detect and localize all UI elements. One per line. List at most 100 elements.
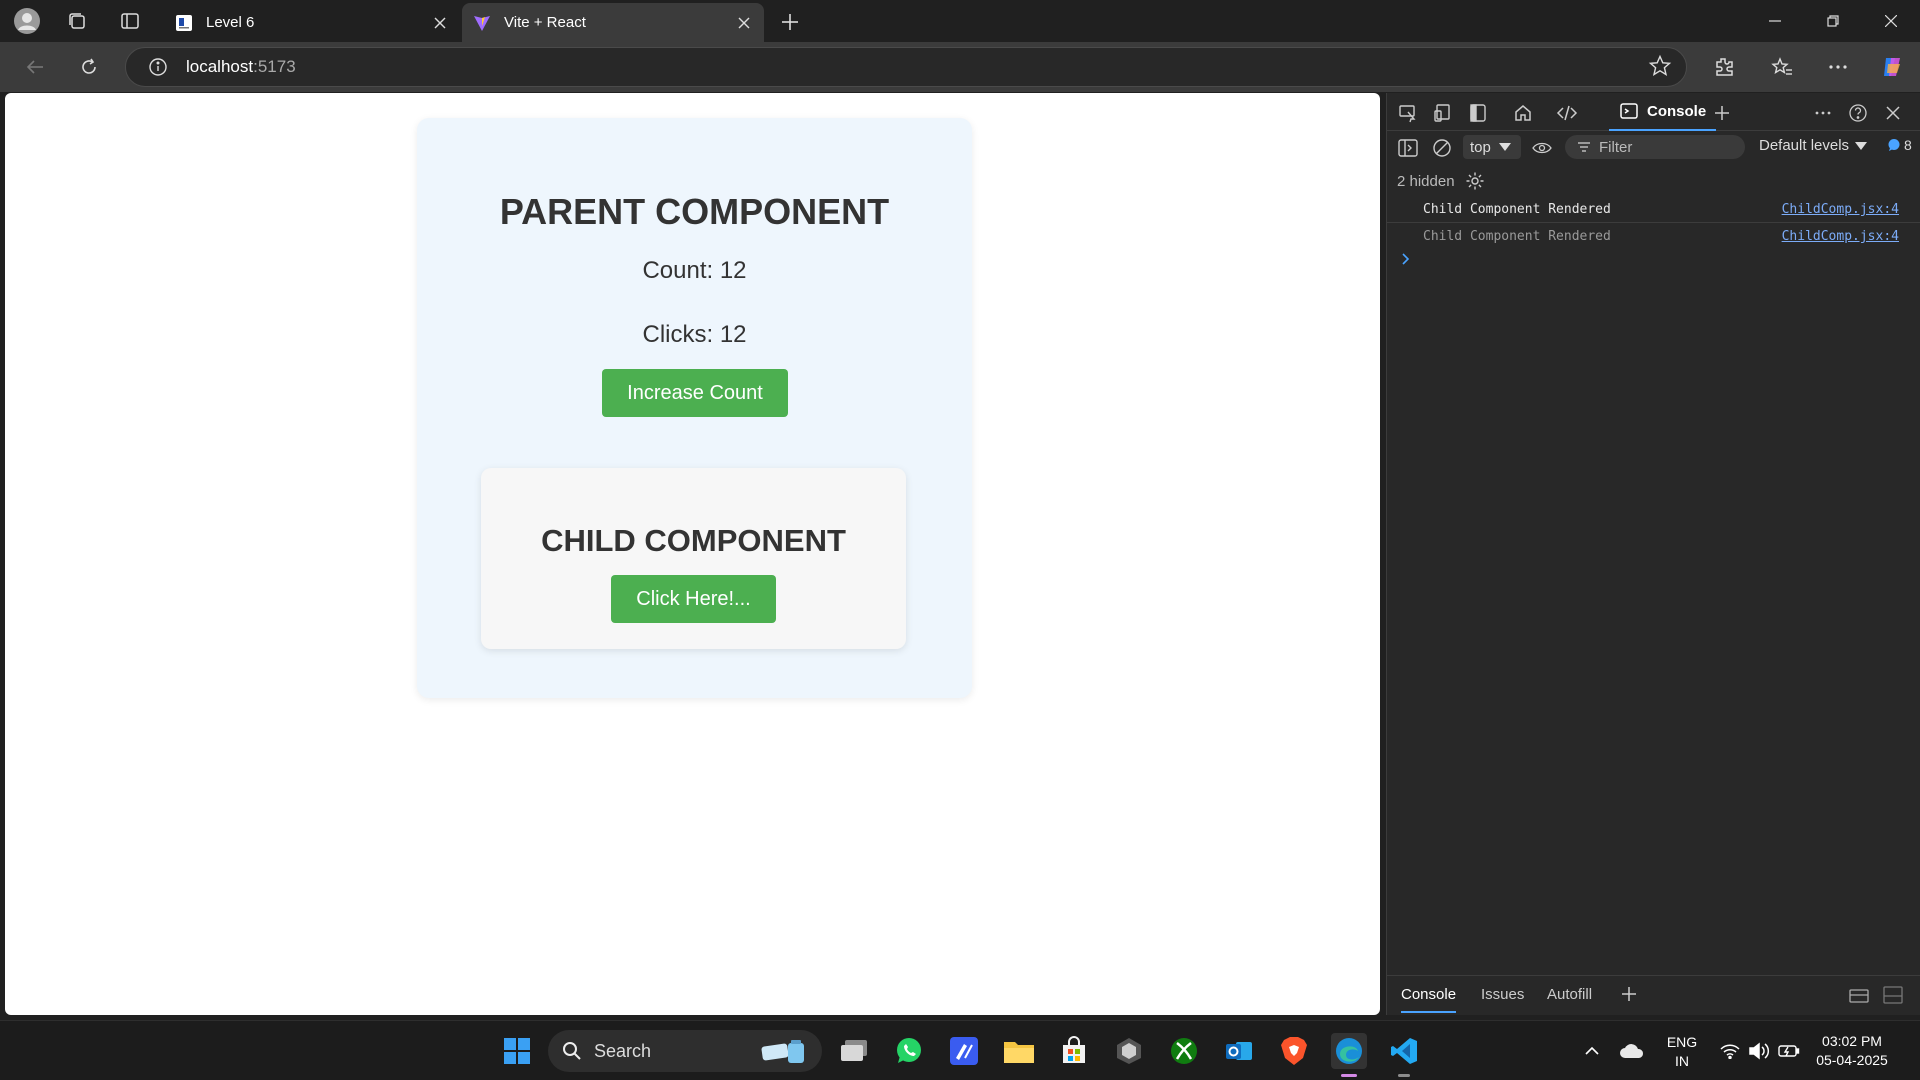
console-prompt-chevron-icon[interactable] xyxy=(1401,252,1411,270)
vscode-icon[interactable] xyxy=(1386,1033,1422,1077)
active-app-indicator xyxy=(1341,1074,1357,1077)
tab-title: Vite + React xyxy=(504,14,586,31)
devtools-drawer: Console Issues Autofill xyxy=(1387,975,1920,1015)
windows-start-icon[interactable] xyxy=(499,1033,535,1069)
back-arrow-icon[interactable] xyxy=(18,51,52,83)
filter-placeholder: Filter xyxy=(1599,138,1633,156)
message-count-badge[interactable]: 8 xyxy=(1887,137,1912,153)
child-title: CHILD COMPONENT xyxy=(541,523,846,558)
drawer-tab-autofill[interactable]: Autofill xyxy=(1547,986,1592,1003)
copilot-icon[interactable] xyxy=(1876,51,1910,83)
close-drawer-icon[interactable] xyxy=(1883,986,1903,1009)
profile-avatar-icon[interactable] xyxy=(11,5,43,37)
tab-title: Level 6 xyxy=(206,14,255,31)
clear-console-icon[interactable] xyxy=(1429,135,1455,161)
refresh-icon[interactable] xyxy=(72,51,106,83)
console-tab-label: Console xyxy=(1647,102,1707,120)
restore-icon[interactable] xyxy=(1804,0,1862,42)
clock-time: 03:02 PM xyxy=(1822,1033,1882,1049)
help-icon[interactable] xyxy=(1845,100,1871,126)
close-tab-icon[interactable] xyxy=(730,9,758,37)
add-drawer-tab-icon[interactable] xyxy=(1621,986,1637,1007)
message-count: 8 xyxy=(1904,137,1912,153)
clock-date: 05-04-2025 xyxy=(1816,1052,1888,1068)
tab-level-6[interactable]: Level 6 xyxy=(164,3,460,42)
whatsapp-icon[interactable] xyxy=(891,1033,927,1069)
windows-taskbar: Search ENG IN 03:02 PM 05-04-2025 xyxy=(0,1020,1920,1080)
close-devtools-icon[interactable] xyxy=(1880,100,1906,126)
pen-app-icon[interactable] xyxy=(946,1033,982,1069)
show-hidden-icons-chevron-icon[interactable] xyxy=(1574,1033,1610,1069)
click-here-button[interactable]: Click Here!... xyxy=(611,575,776,623)
undock-drawer-icon[interactable] xyxy=(1849,986,1869,1009)
dock-side-icon[interactable] xyxy=(1465,100,1491,126)
log-message: Child Component Rendered xyxy=(1423,229,1611,244)
brave-browser-icon[interactable] xyxy=(1276,1033,1312,1069)
chevron-down-icon xyxy=(1855,141,1868,150)
log-source-link[interactable]: ChildComp.jsx:4 xyxy=(1782,202,1899,217)
sidebar-toggle-icon[interactable] xyxy=(1395,135,1421,161)
console-icon xyxy=(1620,103,1638,119)
vertical-tabs-icon[interactable] xyxy=(114,5,146,37)
message-bubble-icon xyxy=(1888,139,1900,151)
wifi-icon xyxy=(1720,1044,1740,1059)
console-settings-gear-icon[interactable] xyxy=(1465,171,1485,191)
browser-titlebar: Level 6 Vite + React xyxy=(0,0,1920,42)
devtools-tab-bar: Console xyxy=(1387,93,1920,131)
close-tab-icon[interactable] xyxy=(426,9,454,37)
extensions-icon[interactable] xyxy=(1707,51,1741,83)
edge-browser-icon[interactable] xyxy=(1331,1033,1367,1077)
devtools-more-icon[interactable] xyxy=(1810,100,1836,126)
battery-icon xyxy=(1778,1045,1800,1057)
tab-vite-react[interactable]: Vite + React xyxy=(462,3,764,42)
document-favicon-icon xyxy=(174,13,194,33)
site-info-icon[interactable] xyxy=(138,57,178,77)
parent-title: PARENT COMPONENT xyxy=(499,191,890,232)
drawer-tab-issues[interactable]: Issues xyxy=(1481,986,1524,1003)
minimize-icon[interactable] xyxy=(1746,0,1804,42)
device-emulation-icon[interactable] xyxy=(1430,100,1456,126)
vite-favicon-icon xyxy=(472,13,492,33)
onedrive-cloud-icon[interactable] xyxy=(1614,1033,1650,1069)
elements-code-icon[interactable] xyxy=(1554,100,1580,126)
system-status-group[interactable] xyxy=(1710,1033,1810,1069)
context-select[interactable]: top xyxy=(1463,135,1521,159)
console-filter-input[interactable]: Filter xyxy=(1565,135,1745,159)
drawer-tab-console[interactable]: Console xyxy=(1401,986,1457,1013)
unity-hub-icon[interactable] xyxy=(1111,1033,1147,1069)
file-explorer-icon[interactable] xyxy=(1001,1033,1037,1069)
url-host: localhost xyxy=(186,57,254,76)
address-bar[interactable]: localhost :5173 xyxy=(125,47,1687,87)
clicks-display: Clicks: 12 xyxy=(642,321,747,348)
live-expression-eye-icon[interactable] xyxy=(1529,135,1555,161)
language-indicator[interactable]: ENG IN xyxy=(1660,1033,1704,1071)
outlook-icon[interactable] xyxy=(1221,1033,1257,1069)
taskbar-search-box[interactable]: Search xyxy=(548,1030,822,1072)
console-toolbar: top Filter Default levels 8 xyxy=(1387,131,1920,165)
favorites-list-icon[interactable] xyxy=(1765,51,1799,83)
welcome-home-icon[interactable] xyxy=(1510,100,1536,126)
log-levels-label: Default levels xyxy=(1759,137,1850,154)
close-window-icon[interactable] xyxy=(1862,0,1920,42)
increase-count-button[interactable]: Increase Count xyxy=(602,369,788,417)
log-levels-dropdown[interactable]: Default levels xyxy=(1759,137,1868,154)
task-view-icon[interactable] xyxy=(836,1033,872,1069)
search-icon xyxy=(563,1042,581,1060)
hidden-count: 2 hidden xyxy=(1397,172,1455,190)
new-tab-icon[interactable] xyxy=(774,6,806,38)
workspaces-icon[interactable] xyxy=(61,5,93,37)
inspect-element-icon[interactable] xyxy=(1395,100,1421,126)
favorite-star-icon[interactable] xyxy=(1648,54,1672,83)
add-panel-icon[interactable] xyxy=(1709,100,1735,126)
tab-console[interactable]: Console xyxy=(1609,93,1717,131)
microsoft-store-icon[interactable] xyxy=(1056,1033,1092,1069)
console-log-line: Child Component Rendered ChildComp.jsx:4 xyxy=(1387,196,1920,223)
clock[interactable]: 03:02 PM 05-04-2025 xyxy=(1802,1032,1902,1070)
more-options-icon[interactable] xyxy=(1821,51,1855,83)
browser-toolbar: localhost :5173 xyxy=(0,42,1920,92)
log-source-link[interactable]: ChildComp.jsx:4 xyxy=(1782,229,1899,244)
search-highlight-travel-icon xyxy=(761,1040,804,1063)
hidden-messages-row: 2 hidden xyxy=(1397,171,1485,191)
xbox-icon[interactable] xyxy=(1166,1033,1202,1069)
devtools-panel: Console top Filter Default levels 8 2 hi… xyxy=(1386,93,1920,1015)
